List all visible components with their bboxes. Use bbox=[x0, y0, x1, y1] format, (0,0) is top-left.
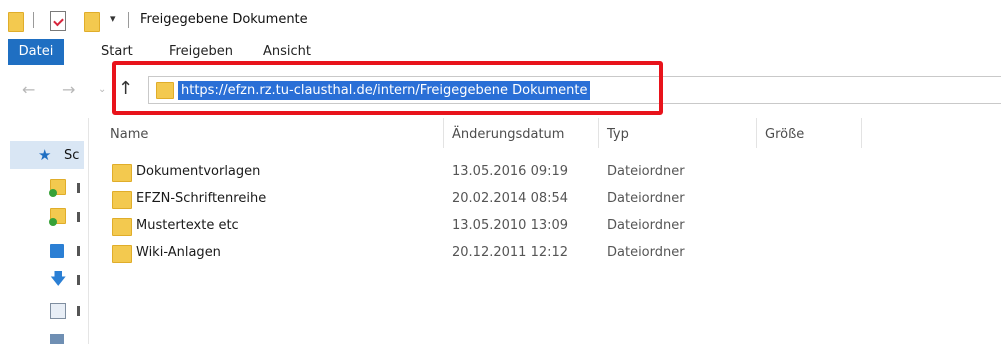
file-date: 20.02.2014 08:54 bbox=[452, 191, 569, 206]
folder-icon bbox=[112, 218, 132, 236]
file-type: Dateiordner bbox=[607, 164, 685, 179]
new-folder-icon[interactable] bbox=[84, 12, 100, 32]
window-title: Freigegebene Dokumente bbox=[140, 12, 308, 27]
truncated-label bbox=[77, 275, 80, 285]
back-arrow-icon[interactable]: ← bbox=[22, 80, 35, 99]
folder-icon bbox=[112, 164, 132, 182]
sync-check-icon bbox=[49, 218, 57, 226]
tab-start[interactable]: Start bbox=[101, 44, 133, 59]
file-date: 13.05.2010 13:09 bbox=[452, 218, 569, 233]
separator bbox=[33, 12, 34, 28]
file-name: Dokumentvorlagen bbox=[136, 164, 261, 179]
properties-icon[interactable] bbox=[50, 11, 66, 31]
file-type: Dateiordner bbox=[607, 191, 685, 206]
truncated-label bbox=[77, 246, 80, 256]
column-divider[interactable] bbox=[861, 118, 862, 148]
star-icon: ★ bbox=[38, 146, 52, 164]
table-row[interactable]: Mustertexte etc 13.05.2010 13:09 Dateior… bbox=[90, 213, 1001, 240]
column-divider[interactable] bbox=[598, 118, 599, 148]
tab-ansicht[interactable]: Ansicht bbox=[263, 44, 311, 59]
file-name: Mustertexte etc bbox=[136, 218, 239, 233]
column-divider[interactable] bbox=[443, 118, 444, 148]
file-date: 13.05.2016 09:19 bbox=[452, 164, 569, 179]
folder-icon[interactable] bbox=[49, 179, 66, 197]
forward-arrow-icon[interactable]: → bbox=[62, 80, 75, 99]
tab-datei[interactable]: Datei bbox=[8, 39, 64, 65]
truncated-label bbox=[77, 306, 80, 316]
folder-icon bbox=[112, 245, 132, 263]
file-type: Dateiordner bbox=[607, 245, 685, 260]
folder-icon[interactable] bbox=[8, 12, 24, 32]
document-icon[interactable] bbox=[50, 303, 66, 319]
file-date: 20.12.2011 12:12 bbox=[452, 245, 569, 260]
column-header-type[interactable]: Typ bbox=[607, 127, 629, 142]
table-row[interactable]: EFZN-Schriftenreihe 20.02.2014 08:54 Dat… bbox=[90, 186, 1001, 213]
column-header-date[interactable]: Änderungsdatum bbox=[452, 127, 564, 142]
column-header-name[interactable]: Name bbox=[110, 127, 148, 142]
download-arrow-icon[interactable]: 🡇 bbox=[50, 268, 66, 295]
truncated-label bbox=[77, 183, 80, 193]
pictures-icon[interactable] bbox=[50, 334, 64, 344]
folder-icon[interactable] bbox=[49, 208, 66, 226]
highlight-annotation bbox=[112, 61, 663, 115]
desktop-icon[interactable] bbox=[50, 244, 64, 258]
separator bbox=[128, 12, 129, 28]
quick-access-dropdown-icon[interactable]: ▾ bbox=[110, 12, 116, 25]
file-name: EFZN-Schriftenreihe bbox=[136, 191, 267, 206]
table-row[interactable]: Wiki-Anlagen 20.12.2011 12:12 Dateiordne… bbox=[90, 240, 1001, 267]
file-type: Dateiordner bbox=[607, 218, 685, 233]
quick-access-label: Sc bbox=[64, 148, 80, 163]
file-name: Wiki-Anlagen bbox=[136, 245, 221, 260]
truncated-label bbox=[77, 212, 80, 222]
folder-icon bbox=[112, 191, 132, 209]
table-row[interactable]: Dokumentvorlagen 13.05.2016 09:19 Dateio… bbox=[90, 159, 1001, 186]
sync-check-icon bbox=[49, 189, 57, 197]
pane-divider[interactable] bbox=[88, 118, 89, 344]
column-divider[interactable] bbox=[756, 118, 757, 148]
recent-locations-chevron-icon[interactable]: ⌄ bbox=[98, 84, 106, 95]
column-header-size[interactable]: Größe bbox=[765, 127, 804, 142]
tab-freigeben[interactable]: Freigeben bbox=[169, 44, 233, 59]
